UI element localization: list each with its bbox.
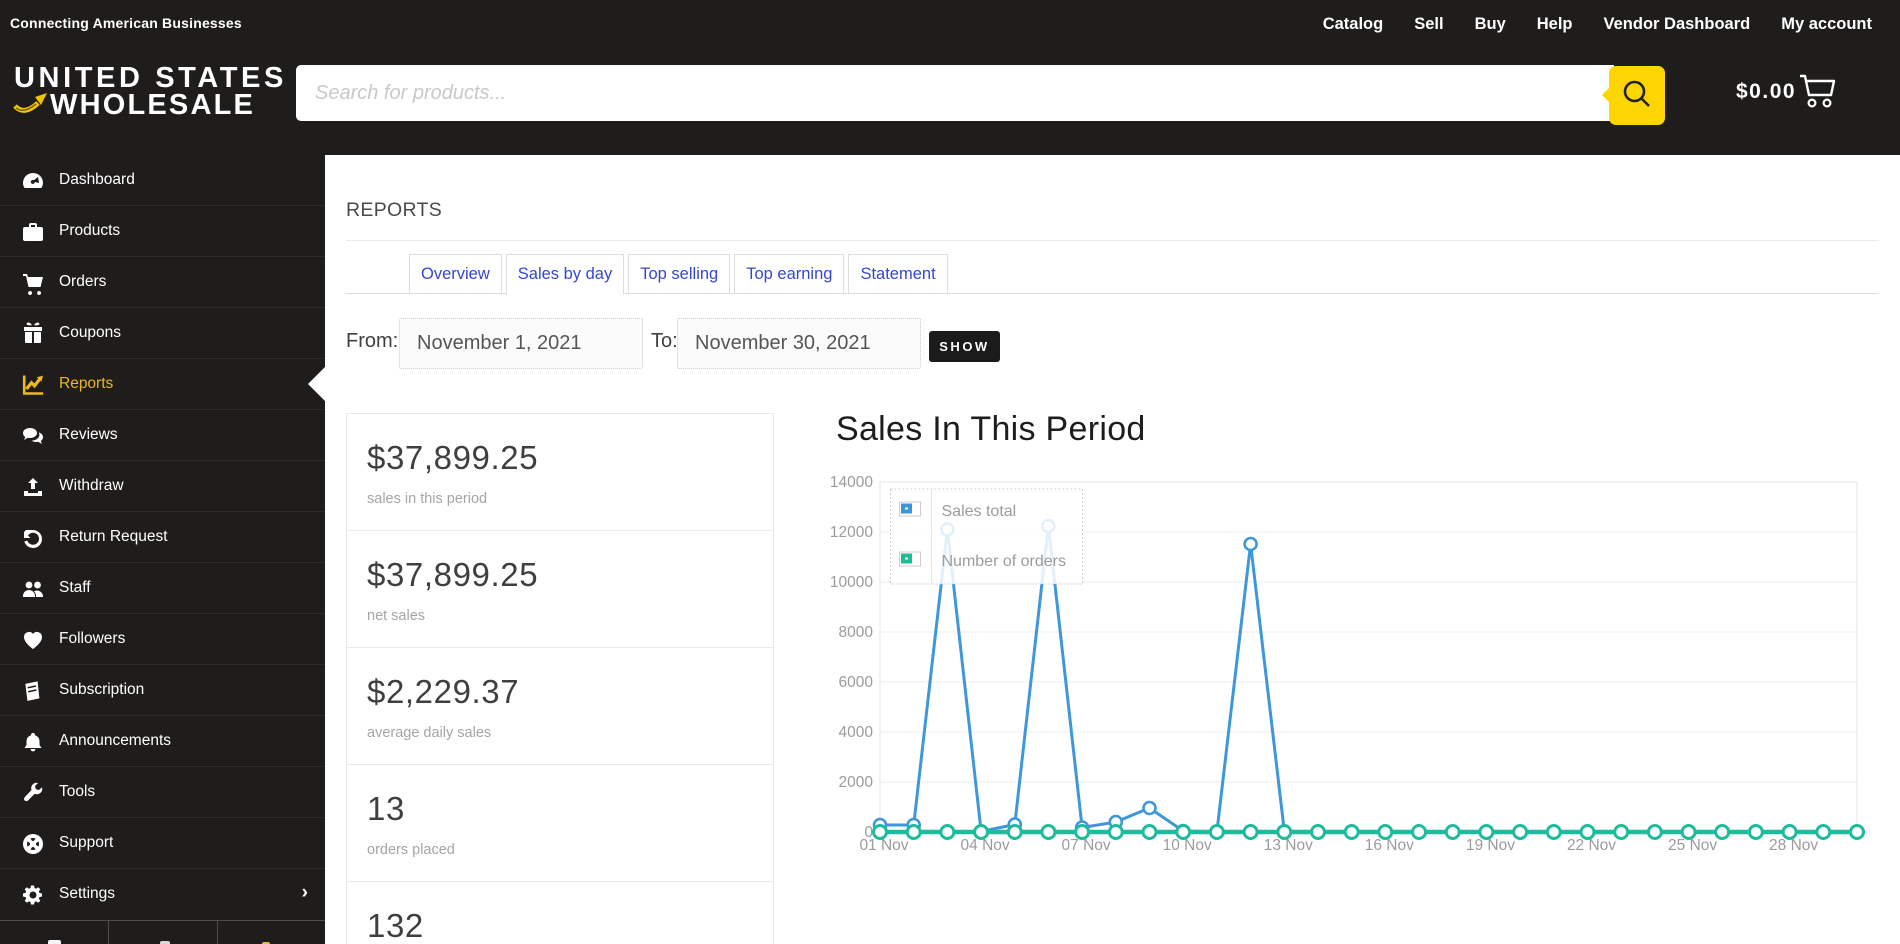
svg-text:2000: 2000 (839, 774, 874, 791)
svg-text:07 Nov: 07 Nov (1062, 837, 1111, 854)
svg-text:6000: 6000 (839, 674, 874, 691)
svg-text:04 Nov: 04 Nov (961, 837, 1010, 854)
svg-text:13 Nov: 13 Nov (1264, 837, 1313, 854)
svg-text:19 Nov: 19 Nov (1466, 837, 1515, 854)
svg-text:14000: 14000 (830, 474, 873, 491)
svg-text:4000: 4000 (839, 724, 874, 741)
svg-text:01 Nov: 01 Nov (859, 837, 908, 854)
svg-text:10 Nov: 10 Nov (1163, 837, 1212, 854)
svg-text:25 Nov: 25 Nov (1668, 837, 1717, 854)
svg-text:Sales total: Sales total (942, 503, 1017, 520)
svg-text:10000: 10000 (830, 574, 873, 591)
svg-text:16 Nov: 16 Nov (1365, 837, 1414, 854)
svg-text:22 Nov: 22 Nov (1567, 837, 1616, 854)
svg-text:28 Nov: 28 Nov (1769, 837, 1818, 854)
svg-text:8000: 8000 (839, 624, 874, 641)
svg-text:12000: 12000 (830, 524, 873, 541)
svg-text:Number of orders: Number of orders (942, 553, 1067, 570)
